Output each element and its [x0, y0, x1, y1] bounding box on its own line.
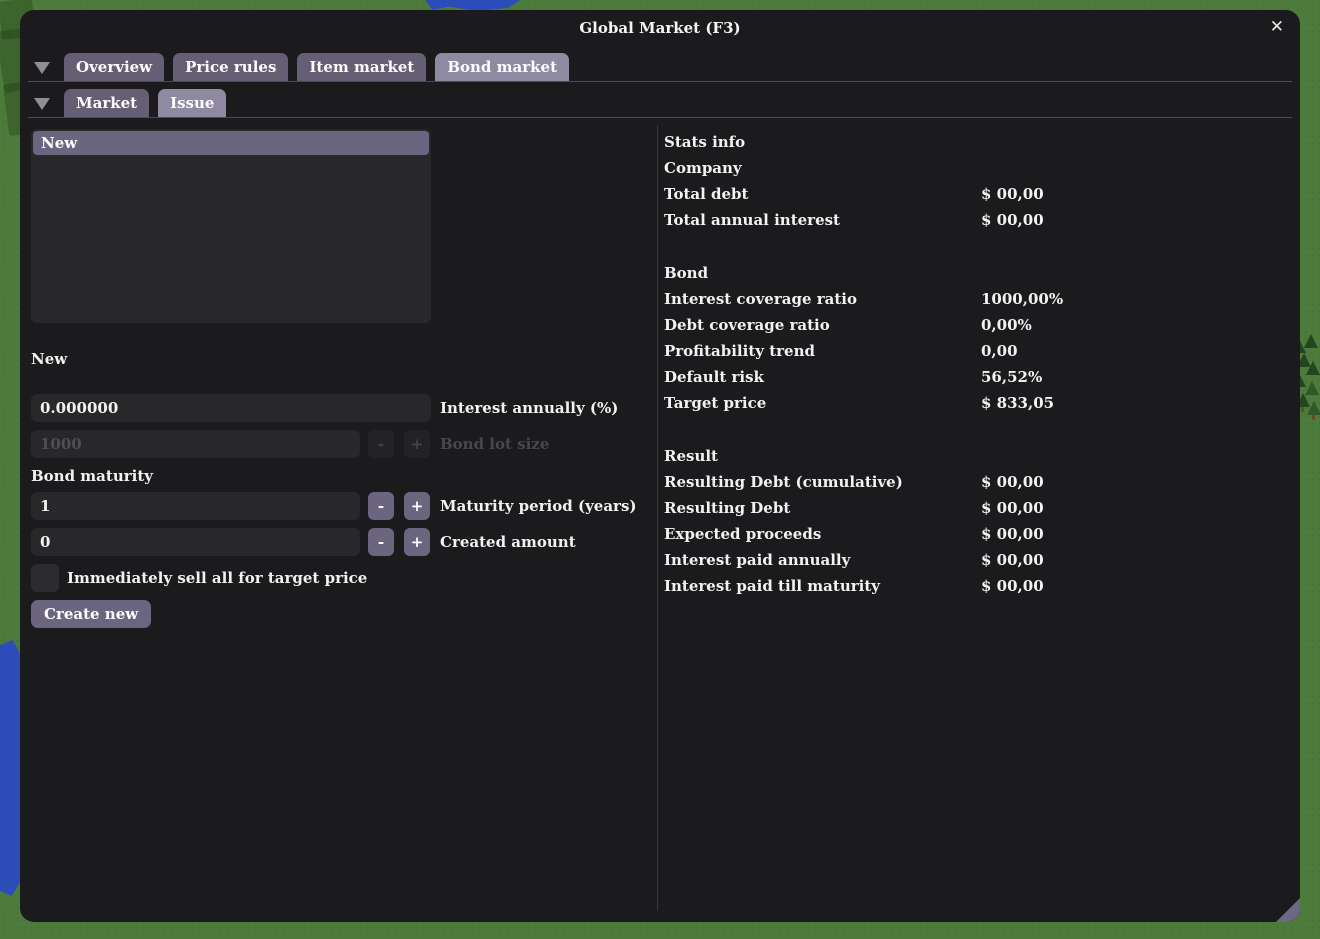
bond-sub-tab-bar: Market Issue — [28, 89, 1292, 118]
result-section-heading: Result — [664, 443, 1284, 469]
stat-value: $ 00,00 — [981, 573, 1044, 599]
selected-bond-heading: New — [31, 350, 67, 368]
stat-row: Target price $ 833,05 — [664, 390, 1284, 416]
tab-item-market[interactable]: Item market — [297, 53, 426, 81]
stat-label: Target price — [664, 394, 766, 412]
tree-icon — [1304, 334, 1318, 348]
stat-label: Expected proceeds — [664, 525, 821, 543]
interest-annually-input[interactable] — [31, 394, 431, 422]
stat-label: Profitability trend — [664, 342, 815, 360]
stat-row: Resulting Debt (cumulative) $ 00,00 — [664, 469, 1284, 495]
sell-all-checkbox[interactable] — [31, 564, 59, 592]
stat-value: $ 833,05 — [981, 390, 1054, 416]
bond-maturity-heading: Bond maturity — [31, 467, 153, 485]
interest-annually-label: Interest annually (%) — [440, 394, 618, 422]
company-section-heading: Company — [664, 155, 1284, 181]
stats-panel: Stats info Company Total debt $ 00,00 To… — [664, 129, 1284, 599]
sell-all-checkbox-label: Immediately sell all for target price — [67, 564, 367, 592]
created-amount-input[interactable] — [31, 528, 360, 556]
stat-row: Interest coverage ratio 1000,00% — [664, 286, 1284, 312]
close-icon[interactable]: ✕ — [1270, 17, 1284, 37]
water-lake — [0, 640, 21, 896]
maturity-period-input[interactable] — [31, 492, 360, 520]
stat-value: $ 00,00 — [981, 547, 1044, 573]
maturity-decrement-button[interactable]: - — [368, 492, 394, 520]
bond-lot-size-decrement-button: - — [368, 430, 394, 458]
stat-label: Interest paid annually — [664, 551, 850, 569]
stat-value: 0,00 — [981, 338, 1018, 364]
bond-list: New — [31, 129, 431, 323]
bond-lot-size-input — [31, 430, 360, 458]
stat-row: Default risk 56,52% — [664, 364, 1284, 390]
global-market-window: Global Market (F3) ✕ Overview Price rule… — [20, 10, 1300, 922]
stat-label: Interest coverage ratio — [664, 290, 857, 308]
maturity-increment-button[interactable]: + — [404, 492, 430, 520]
tree-trunk — [1312, 415, 1315, 420]
stat-label: Interest paid till maturity — [664, 577, 880, 595]
stat-value: $ 00,00 — [981, 469, 1044, 495]
stat-value: 1000,00% — [981, 286, 1063, 312]
stat-value: $ 00,00 — [981, 495, 1044, 521]
bond-list-item-selected[interactable]: New — [33, 131, 429, 155]
bond-lot-size-increment-button: + — [404, 430, 430, 458]
tree-trunk — [1301, 407, 1304, 412]
tab-market[interactable]: Market — [64, 89, 149, 117]
stat-label: Total annual interest — [664, 211, 840, 229]
tree-icon — [1307, 401, 1320, 415]
created-amount-decrement-button[interactable]: - — [368, 528, 394, 556]
tab-price-rules[interactable]: Price rules — [173, 53, 288, 81]
stat-label: Total debt — [664, 185, 748, 203]
stat-value: $ 00,00 — [981, 521, 1044, 547]
stat-value: $ 00,00 — [981, 207, 1044, 233]
stat-label: Resulting Debt (cumulative) — [664, 473, 903, 491]
bond-section-heading: Bond — [664, 260, 1284, 286]
stat-value: $ 00,00 — [981, 181, 1044, 207]
created-amount-label: Created amount — [440, 528, 576, 556]
window-title: Global Market (F3) — [20, 19, 1300, 37]
bond-lot-size-label: Bond lot size — [440, 430, 549, 458]
created-amount-increment-button[interactable]: + — [404, 528, 430, 556]
tab-issue[interactable]: Issue — [158, 89, 226, 117]
stat-row: Interest paid till maturity $ 00,00 — [664, 573, 1284, 599]
stat-label: Resulting Debt — [664, 499, 790, 517]
stat-row: Resulting Debt $ 00,00 — [664, 495, 1284, 521]
stat-row: Interest paid annually $ 00,00 — [664, 547, 1284, 573]
stats-title: Stats info — [664, 129, 1284, 155]
collapse-main-tabs-icon[interactable] — [34, 62, 50, 74]
create-new-button[interactable]: Create new — [31, 600, 151, 628]
stat-row: Total annual interest $ 00,00 — [664, 207, 1284, 233]
stat-row: Total debt $ 00,00 — [664, 181, 1284, 207]
stat-row: Expected proceeds $ 00,00 — [664, 521, 1284, 547]
stat-label: Debt coverage ratio — [664, 316, 830, 334]
stat-value: 0,00% — [981, 312, 1032, 338]
tree-icon — [1306, 361, 1320, 375]
tab-overview[interactable]: Overview — [64, 53, 164, 81]
stat-value: 56,52% — [981, 364, 1042, 390]
main-tab-bar: Overview Price rules Item market Bond ma… — [28, 53, 1292, 82]
maturity-period-label: Maturity period (years) — [440, 492, 637, 520]
panel-divider — [657, 125, 658, 911]
tab-bond-market[interactable]: Bond market — [435, 53, 569, 81]
stat-row: Profitability trend 0,00 — [664, 338, 1284, 364]
stat-row: Debt coverage ratio 0,00% — [664, 312, 1284, 338]
stat-label: Default risk — [664, 368, 764, 386]
collapse-sub-tabs-icon[interactable] — [34, 98, 50, 110]
